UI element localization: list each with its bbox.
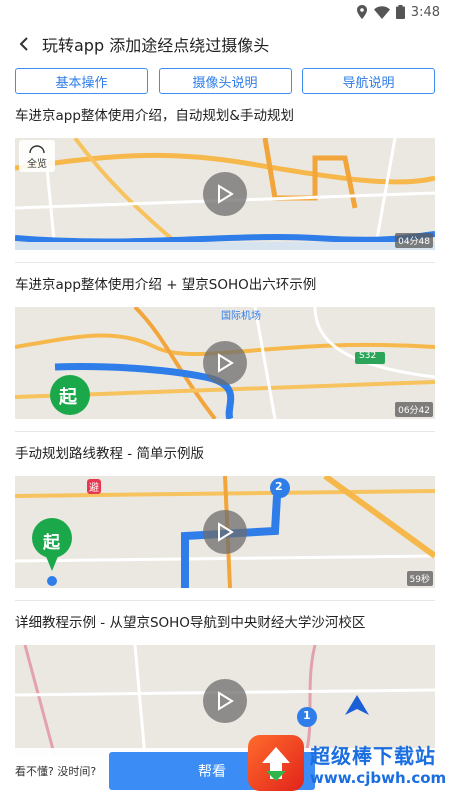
play-icon bbox=[218, 522, 234, 542]
wifi-icon bbox=[373, 5, 390, 19]
play-button[interactable] bbox=[203, 510, 247, 554]
waypoint-marker: 1 bbox=[303, 709, 311, 722]
app-header: 玩转app 添加途经点绕过摄像头 bbox=[0, 24, 450, 64]
video-duration: 04分48 bbox=[395, 233, 433, 248]
play-button[interactable] bbox=[203, 172, 247, 216]
video-thumbnail[interactable]: 2 起 避 59秒 bbox=[15, 476, 435, 588]
video-duration: 59秒 bbox=[406, 571, 433, 586]
page-title: 玩转app 添加途经点绕过摄像头 bbox=[42, 36, 270, 55]
status-bar: 3:48 bbox=[0, 0, 450, 24]
video-duration: 06分42 bbox=[395, 402, 433, 417]
watermark-url: www.cjbwh.com bbox=[310, 768, 447, 787]
video-list: 车进京app整体使用介绍，自动规划&手动规划 全览 04分48 车进京app整体… bbox=[0, 94, 450, 769]
video-title: 车进京app整体使用介绍，自动规划&手动规划 bbox=[15, 108, 294, 124]
video-title: 车进京app整体使用介绍 + 望京SOHO出六环示例 bbox=[15, 277, 317, 293]
waypoint-marker: 2 bbox=[275, 480, 283, 493]
watermark: 超级棒下载站 www.cjbwh.com bbox=[248, 730, 448, 796]
location-icon bbox=[356, 5, 367, 19]
tab-basic-operation[interactable]: 基本操作 bbox=[15, 68, 148, 94]
video-title: 手动规划路线教程 - 简单示例版 bbox=[15, 446, 204, 462]
road-sign: S32 bbox=[359, 351, 377, 361]
play-button[interactable] bbox=[203, 341, 247, 385]
video-item[interactable]: 车进京app整体使用介绍，自动规划&手动规划 全览 04分48 bbox=[15, 94, 435, 263]
video-title: 详细教程示例 - 从望京SOHO导航到中央财经大学沙河校区 bbox=[15, 615, 366, 631]
tab-camera-guide[interactable]: 摄像头说明 bbox=[158, 68, 292, 94]
tab-navigation-guide[interactable]: 导航说明 bbox=[302, 68, 435, 94]
help-hint: 看不懂? 没时间? bbox=[15, 765, 97, 778]
origin-marker: 起 bbox=[43, 533, 60, 553]
video-item[interactable]: 手动规划路线教程 - 简单示例版 2 起 避 59秒 bbox=[15, 432, 435, 601]
watermark-logo-icon bbox=[248, 735, 304, 791]
avoid-marker: 避 bbox=[87, 479, 101, 494]
play-button[interactable] bbox=[203, 679, 247, 723]
video-thumbnail[interactable]: 全览 04分48 bbox=[15, 138, 435, 250]
back-button[interactable] bbox=[12, 32, 36, 56]
overview-icon bbox=[29, 145, 45, 154]
battery-icon bbox=[395, 5, 405, 19]
overview-button: 全览 bbox=[19, 140, 55, 172]
play-icon bbox=[218, 691, 234, 711]
watermark-title: 超级棒下载站 bbox=[310, 743, 436, 768]
map-label: 国际机场 bbox=[221, 311, 261, 322]
origin-marker: 起 bbox=[59, 387, 77, 408]
video-thumbnail[interactable]: 国际机场 S32 起 06分42 bbox=[15, 307, 435, 419]
tab-bar: 基本操作 摄像头说明 导航说明 bbox=[0, 64, 450, 94]
play-icon bbox=[218, 353, 234, 373]
chevron-left-icon bbox=[19, 37, 28, 51]
status-time: 3:48 bbox=[410, 4, 440, 20]
video-item[interactable]: 车进京app整体使用介绍 + 望京SOHO出六环示例 国际机场 S32 起 06… bbox=[15, 263, 435, 432]
play-icon bbox=[218, 184, 234, 204]
